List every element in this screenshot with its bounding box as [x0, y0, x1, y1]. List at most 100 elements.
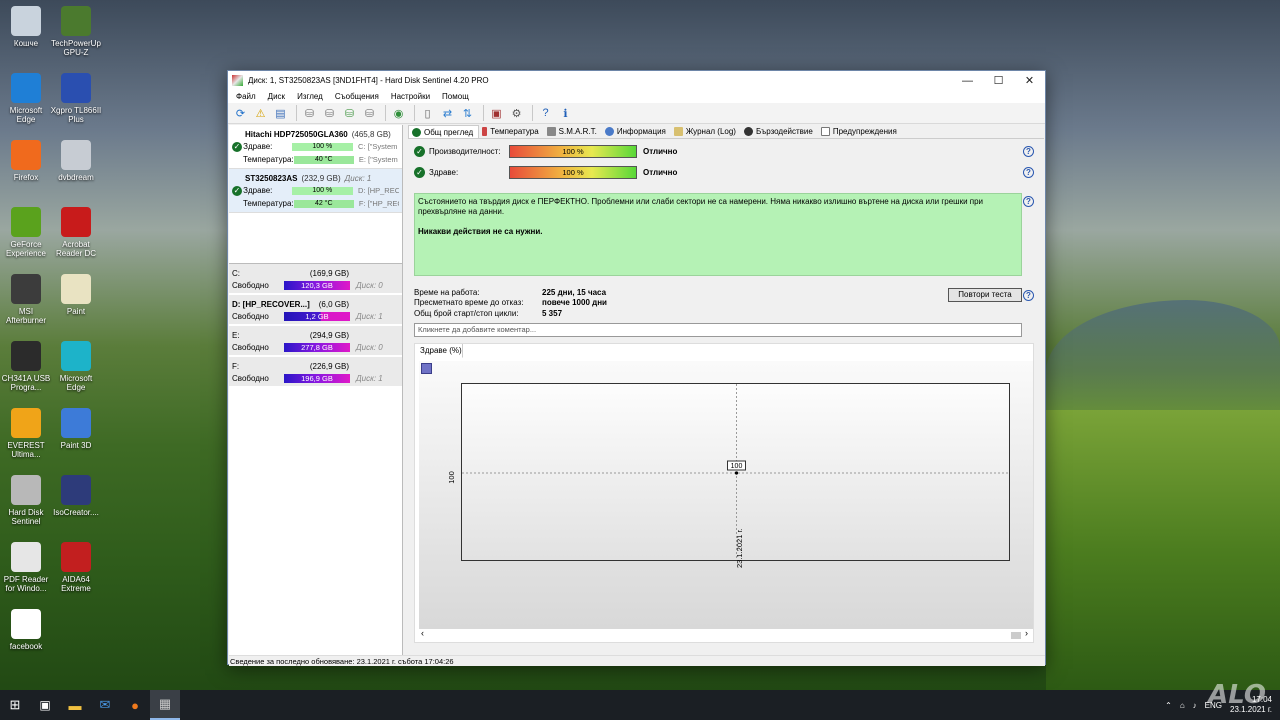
partition-d[interactable]: D: [HP_RECOVER...] (6,0 GB) Свободно 1,2 G…	[229, 295, 402, 326]
report-icon[interactable]: ▤	[272, 105, 289, 122]
title-bar[interactable]: Диск: 1, ST3250823AS [3ND1FHT4] - Hard D…	[228, 71, 1045, 90]
menu-view[interactable]: Изглед	[291, 92, 329, 101]
maximize-button[interactable]: ☐	[983, 71, 1014, 90]
help-icon[interactable]: ?	[1023, 290, 1034, 301]
help-icon[interactable]: ?	[1023, 196, 1034, 207]
volume-label: F: ["HP_RECO	[358, 199, 399, 208]
status-description: Състоянието на твърдия диск е ПЕРФЕКТНО.…	[414, 193, 1022, 276]
tray-chevron-icon[interactable]: ⌃	[1165, 701, 1172, 710]
sync-icon[interactable]: ⇄	[439, 105, 456, 122]
partition-c[interactable]: C: (169,9 GB) Свободно 120,3 GB Диск: 0	[229, 264, 402, 295]
globe-icon[interactable]: ◉	[390, 105, 407, 122]
desktop-icon[interactable]: Paint	[50, 274, 102, 316]
tab-performance[interactable]: Бързодействие	[741, 125, 818, 138]
disk-icon[interactable]: ⛁	[301, 105, 318, 122]
menu-file[interactable]: Файл	[230, 92, 262, 101]
menu-help[interactable]: Помощ	[436, 92, 475, 101]
tab-overview[interactable]: Общ преглед	[408, 125, 480, 138]
start-button[interactable]: ⊞	[0, 690, 30, 720]
desktop-icon-label: IsoCreator....	[53, 508, 99, 517]
desktop-icon[interactable]: Xgpro TL866II Plus	[50, 73, 102, 124]
app-icon	[11, 475, 41, 505]
comment-field[interactable]: Кликнете да добавите коментар...	[414, 323, 1022, 337]
scroll-right-icon[interactable]: ›	[1025, 628, 1028, 638]
status-bar: Сведение за последно обновяване: 23.1.20…	[229, 655, 1045, 666]
desktop-icon[interactable]: Paint 3D	[50, 408, 102, 450]
toolbar-separator	[483, 105, 484, 121]
scroll-left-icon[interactable]: ‹	[421, 628, 424, 638]
partition-disk: Диск: 0	[356, 343, 383, 352]
desktop-icon[interactable]: AIDA64 Extreme	[50, 542, 102, 593]
disk-ok-icon[interactable]: ⛁	[341, 105, 358, 122]
desktop-icon[interactable]: Hard Disk Sentinel	[0, 475, 52, 526]
disk-entry-1[interactable]: ST3250823AS (232,9 GB) Диск: 1 ✓ Здраве:…	[229, 169, 402, 213]
disk-tool-icon[interactable]: ⛁	[361, 105, 378, 122]
scroll-thumb[interactable]	[1011, 632, 1021, 639]
desktop-icon[interactable]: GeForce Experience	[0, 207, 52, 258]
desktop-icon[interactable]: Acrobat Reader DC	[50, 207, 102, 258]
tab-information[interactable]: Информация	[602, 125, 671, 138]
menu-messages[interactable]: Съобщения	[329, 92, 385, 101]
help-icon[interactable]: ?	[537, 105, 554, 122]
network-icon[interactable]: ⌂	[1180, 701, 1185, 710]
app-icon	[11, 408, 41, 438]
desktop-icon[interactable]: TechPowerUp GPU-Z	[50, 6, 102, 57]
settings-icon[interactable]: ⚙	[508, 105, 525, 122]
app-icon	[61, 274, 91, 304]
disk-test-icon[interactable]: ⛁	[321, 105, 338, 122]
refresh-icon[interactable]: ⟳	[232, 105, 249, 122]
chart-tab-health[interactable]: Здраве (%)	[415, 344, 463, 358]
desktop-icon-label: Hard Disk Sentinel	[8, 508, 44, 526]
app-icon	[11, 609, 41, 639]
uptime-value: 225 дни, 15 часа	[542, 287, 607, 297]
app-icon	[61, 475, 91, 505]
ok-check-icon: ✓	[232, 185, 242, 196]
desktop-icon[interactable]: Кошче	[0, 6, 52, 48]
help-icon[interactable]: ?	[1023, 167, 1034, 178]
desktop-icon[interactable]: Firefox	[0, 140, 52, 182]
document-icon[interactable]: ▯	[419, 105, 436, 122]
hds-taskbar-icon[interactable]: ▦	[150, 690, 180, 720]
menu-disk[interactable]: Диск	[262, 92, 291, 101]
desktop-icon[interactable]: MSI Afterburner	[0, 274, 52, 325]
desktop-icon[interactable]: PDF Reader for Windo...	[0, 542, 52, 593]
menu-settings[interactable]: Настройки	[385, 92, 436, 101]
action-text: Никакви действия не са нужни.	[418, 227, 543, 236]
temperature-bar: 40 °C	[293, 155, 354, 164]
tab-smart[interactable]: S.M.A.R.T.	[544, 125, 602, 138]
tab-log[interactable]: Журнал (Log)	[671, 125, 741, 138]
free-label: Свободно	[232, 374, 269, 383]
desktop-icon[interactable]: Microsoft Edge	[0, 73, 52, 124]
tab-alerts[interactable]: Предупреждения	[818, 125, 902, 138]
retest-button[interactable]: Повтори теста	[948, 288, 1022, 302]
close-button[interactable]: ✕	[1014, 71, 1045, 90]
file-explorer-icon[interactable]: ▬	[60, 690, 90, 720]
warning-icon[interactable]: ⚠	[252, 105, 269, 122]
cycles-label: Общ брой старт/стоп цикли:	[414, 308, 519, 318]
save-icon[interactable]	[421, 363, 432, 374]
desktop-icon[interactable]: CH341A USB Progra...	[0, 341, 52, 392]
remaining-value: повече 1000 дни	[542, 298, 607, 308]
store-icon[interactable]: ▣	[30, 690, 60, 720]
firefox-icon[interactable]: ●	[120, 690, 150, 720]
chart-scrollbar[interactable]: ‹ ›	[419, 628, 1033, 640]
tab-temperature[interactable]: Температура	[479, 125, 543, 138]
minimize-button[interactable]: —	[952, 71, 983, 90]
ok-check-icon: ✓	[414, 146, 425, 157]
partition-e[interactable]: E: (294,9 GB) Свободно 277,8 GB Диск: 0	[229, 326, 402, 357]
desktop-icon[interactable]: IsoCreator....	[50, 475, 102, 517]
desktop-icon[interactable]: Microsoft Edge	[50, 341, 102, 392]
desktop-icon[interactable]: EVEREST Ultima...	[0, 408, 52, 459]
desktop-icon[interactable]: facebook	[0, 609, 52, 651]
desktop-icon-label: facebook	[9, 642, 43, 651]
mail-icon[interactable]: ✉	[90, 690, 120, 720]
chart-icon[interactable]: ▣	[488, 105, 505, 122]
info-icon[interactable]: ℹ	[557, 105, 574, 122]
temperature-label: Температура:	[242, 155, 294, 164]
help-icon[interactable]: ?	[1023, 146, 1034, 157]
desktop-icon[interactable]: dvbdream	[50, 140, 102, 182]
partition-f[interactable]: F: (226,9 GB) Свободно 196,9 GB Диск: 1	[229, 357, 402, 388]
transfer-icon[interactable]: ⇅	[459, 105, 476, 122]
volume-icon[interactable]: ♪	[1193, 701, 1197, 710]
disk-entry-0[interactable]: Hitachi HDP725050GLA360 (465,8 GB) ✓ Здр…	[229, 125, 402, 169]
